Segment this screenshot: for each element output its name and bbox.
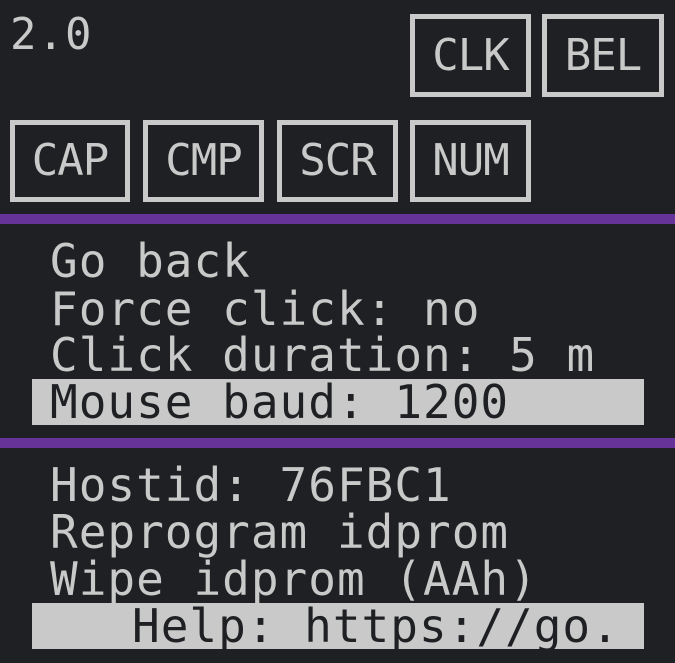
status-flag-label: NUM <box>432 135 509 186</box>
status-flag-scr: SCR <box>277 120 398 202</box>
status-flag-cmp: CMP <box>143 120 264 202</box>
menu-item-wipe-idprom[interactable]: Wipe idprom (AAh) <box>50 556 538 602</box>
status-flag-label: CAP <box>31 135 109 186</box>
status-flag-label: CLK <box>432 29 509 81</box>
status-flag-clk: CLK <box>410 14 531 97</box>
version-label: 2.0 <box>10 9 93 60</box>
status-flag-num: NUM <box>410 120 531 202</box>
menu-item-click-duration[interactable]: Click duration: 5 m <box>50 332 595 378</box>
menu-item-help-link[interactable]: Help: https://go. <box>32 603 644 649</box>
menu-item-reprogram-idprom[interactable]: Reprogram idprom <box>50 509 509 555</box>
status-flag-label: CMP <box>165 135 242 186</box>
menu-item-mouse-baud[interactable]: Mouse baud: 1200 <box>32 379 644 425</box>
menu-item-force-click[interactable]: Force click: no <box>50 286 480 332</box>
status-flag-label: SCR <box>299 135 376 186</box>
status-flag-label: BEL <box>564 29 642 81</box>
menu-item-hostid[interactable]: Hostid: 76FBC1 <box>50 462 452 508</box>
section-divider <box>0 214 675 224</box>
section-divider <box>0 438 675 448</box>
status-flag-cap: CAP <box>10 120 130 202</box>
menu-item-go-back[interactable]: Go back <box>50 238 251 284</box>
status-flag-bel: BEL <box>542 14 664 97</box>
